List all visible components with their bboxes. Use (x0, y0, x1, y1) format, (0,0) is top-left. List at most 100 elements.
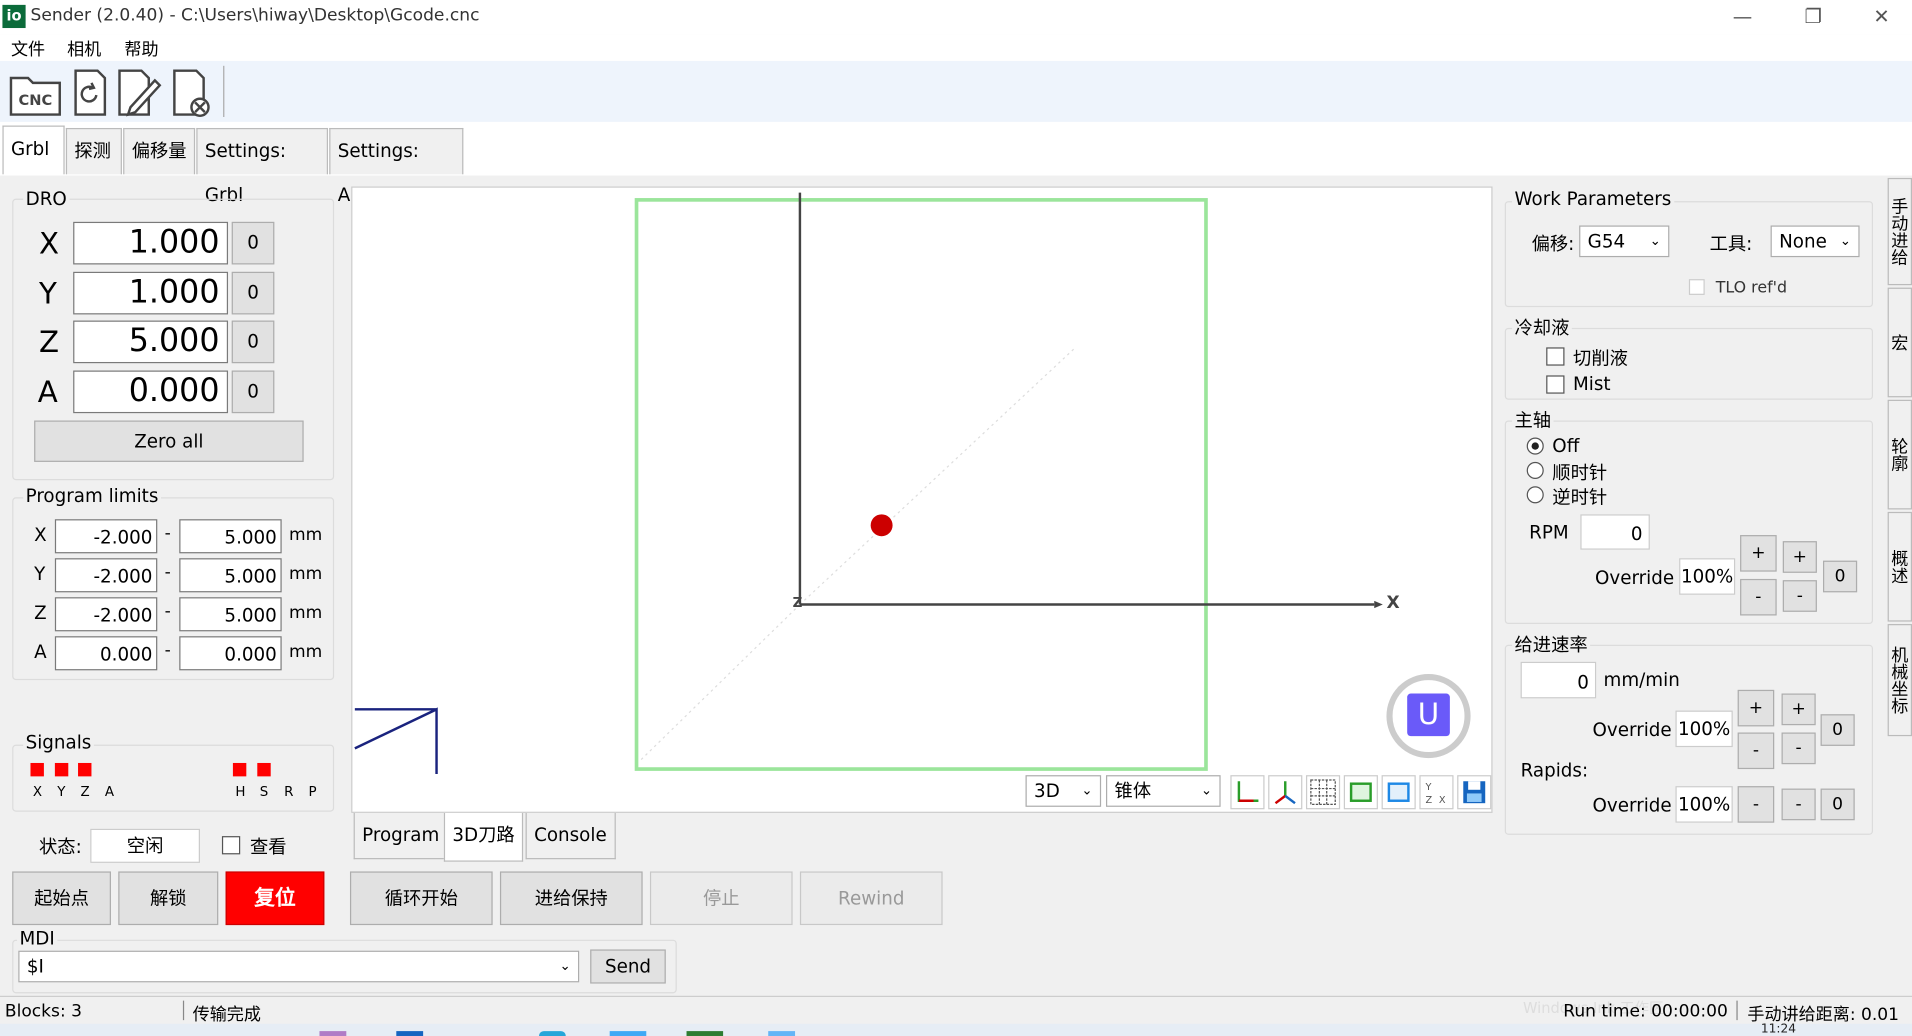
zero-y-button[interactable]: 0 (231, 271, 275, 315)
zero-a-button[interactable]: 0 (231, 370, 275, 414)
view-checkbox-label: 查看 (249, 836, 287, 859)
limit-x-max: 5.000 (179, 519, 282, 554)
taskbar-app-icon[interactable] (396, 1031, 424, 1036)
radio-selected-dot (1531, 442, 1539, 450)
mdi-input[interactable]: $I ⌄ (18, 950, 580, 983)
spindle-override-reset-button[interactable]: 0 (1823, 560, 1858, 593)
view-mode-select[interactable]: 3D ⌄ (1025, 775, 1102, 807)
zero-z-button[interactable]: 0 (231, 320, 275, 364)
limit-a-min: 0.000 (54, 636, 158, 671)
spindle-cw-radio[interactable] (1526, 461, 1544, 479)
bounding-box-button[interactable] (1343, 775, 1378, 810)
axis-xy-button[interactable] (1230, 775, 1265, 810)
spindle-ccw-radio[interactable] (1526, 486, 1544, 504)
tab-settings-app[interactable]: Settings: App (329, 127, 464, 206)
flood-checkbox[interactable] (1546, 347, 1565, 366)
feed-override-coarse-minus-button[interactable]: - (1781, 732, 1816, 765)
toolpath-viewer[interactable]: X Z U (351, 186, 1493, 813)
view-zx-icon: YZ X (1424, 782, 1445, 806)
cycle-start-button[interactable]: 循环开始 (349, 871, 493, 926)
spindle-override-plus-button[interactable]: + (1740, 535, 1777, 572)
menu-camera[interactable]: 相机 (67, 37, 101, 61)
taskbar-app-icon[interactable] (609, 1031, 647, 1036)
close-file-icon (173, 69, 210, 118)
feed-override-minus-button[interactable]: - (1737, 732, 1775, 770)
svg-text:Z: Z (1425, 795, 1432, 806)
spindle-override-coarse-minus-button[interactable]: - (1782, 580, 1817, 612)
feed-rate-unit: mm/min (1603, 669, 1680, 692)
tab-3d-toolpath[interactable]: 3D刀路 (443, 812, 524, 862)
tab-grbl[interactable]: Grbl (2, 125, 65, 175)
tab-probe[interactable]: 探测 (65, 127, 122, 175)
rewind-button[interactable]: Rewind (799, 871, 943, 926)
side-tab-macro[interactable]: 宏 (1887, 287, 1912, 398)
mist-checkbox[interactable] (1546, 375, 1565, 394)
view-mode-value: 3D (1034, 780, 1060, 802)
spindle-override-coarse-plus-button[interactable]: + (1782, 541, 1817, 573)
open-file-button[interactable]: CNC (9, 63, 63, 119)
offset-select[interactable]: G54 ⌄ (1579, 225, 1670, 258)
menu-help[interactable]: 帮助 (124, 37, 158, 61)
rpm-input[interactable]: 0 (1580, 514, 1650, 550)
edit-file-button[interactable] (116, 63, 170, 119)
feed-override-coarse-plus-button[interactable]: + (1781, 693, 1816, 726)
signal-label-z: Z (80, 783, 90, 800)
rapids-override-coarse-minus-button[interactable]: - (1781, 788, 1816, 821)
tab-program[interactable]: Program (353, 812, 448, 860)
close-file-button[interactable] (171, 63, 225, 119)
feed-rate-title: 给进速率 (1512, 631, 1591, 657)
feed-hold-button[interactable]: 进给保持 (499, 871, 643, 926)
tab-settings-grbl[interactable]: Settings: Grbl (196, 127, 329, 206)
view-cube-ring[interactable]: U (1386, 673, 1471, 759)
tool-select[interactable]: None ⌄ (1770, 225, 1860, 258)
grid-button[interactable] (1305, 775, 1341, 810)
chevron-down-icon: ⌄ (1081, 782, 1093, 799)
restore-button[interactable]: ❐ (1785, 2, 1841, 31)
spindle-off-radio[interactable] (1526, 437, 1544, 455)
view-zx-button[interactable]: YZX (1419, 775, 1454, 810)
unlock-button[interactable]: 解锁 (118, 871, 219, 926)
feed-override-reset-button[interactable]: 0 (1820, 714, 1855, 746)
dro-title: DRO (23, 187, 70, 210)
side-tab-outline[interactable]: 轮廓 (1887, 399, 1912, 510)
tlo-checkbox[interactable] (1688, 279, 1705, 295)
signal-label-h: H (235, 783, 246, 800)
feed-override-plus-button[interactable]: + (1737, 689, 1775, 727)
limit-x-min: -2.000 (54, 519, 158, 554)
side-tab-jog[interactable]: 手动进给 (1887, 177, 1912, 286)
stop-button[interactable]: 停止 (649, 871, 793, 926)
taskbar-app-icon[interactable] (768, 1031, 796, 1036)
axis-3d-button[interactable] (1268, 775, 1303, 810)
spindle-override-minus-button[interactable]: - (1740, 578, 1777, 616)
taskbar-app-icon[interactable] (319, 1031, 347, 1036)
status-divider (182, 1000, 185, 1021)
offset-value: G54 (1587, 230, 1626, 253)
save-view-button[interactable] (1457, 775, 1492, 810)
signal-h-indicator (232, 762, 247, 777)
chevron-down-icon[interactable]: ⌄ (559, 952, 570, 981)
menu-file[interactable]: 文件 (11, 37, 45, 61)
minimize-button[interactable]: — (1714, 2, 1770, 31)
toolpath-rapid-line-2 (799, 348, 1075, 605)
rapids-override-reset-button[interactable]: 0 (1820, 788, 1855, 821)
spindle-title: 主轴 (1512, 407, 1554, 433)
close-button[interactable]: ✕ (1853, 2, 1909, 31)
limit-axis-z: Z (34, 602, 47, 625)
rapids-override-minus-button[interactable]: - (1737, 786, 1775, 823)
tool-shape-select[interactable]: 锥体 ⌄ (1105, 775, 1221, 807)
tab-console[interactable]: Console (525, 812, 616, 860)
reset-button[interactable]: 复位 (225, 871, 325, 926)
taskbar-app-icon[interactable] (686, 1031, 724, 1036)
view-fit-button[interactable] (1381, 775, 1416, 810)
dro-value-a: 0.000 (73, 370, 229, 414)
side-tab-machine-coords[interactable]: 机械坐标 (1887, 624, 1912, 737)
send-button[interactable]: Send (590, 949, 666, 984)
home-button[interactable]: 起始点 (12, 871, 111, 926)
side-tab-overview[interactable]: 概述 (1887, 511, 1912, 622)
zero-all-button[interactable]: Zero all (34, 420, 304, 462)
svg-text:Y: Y (1424, 782, 1431, 793)
tab-offsets[interactable]: 偏移量 (123, 127, 196, 175)
zero-x-button[interactable]: 0 (231, 221, 275, 265)
view-checkbox[interactable] (221, 836, 241, 855)
taskbar-app-icon[interactable] (538, 1031, 566, 1036)
